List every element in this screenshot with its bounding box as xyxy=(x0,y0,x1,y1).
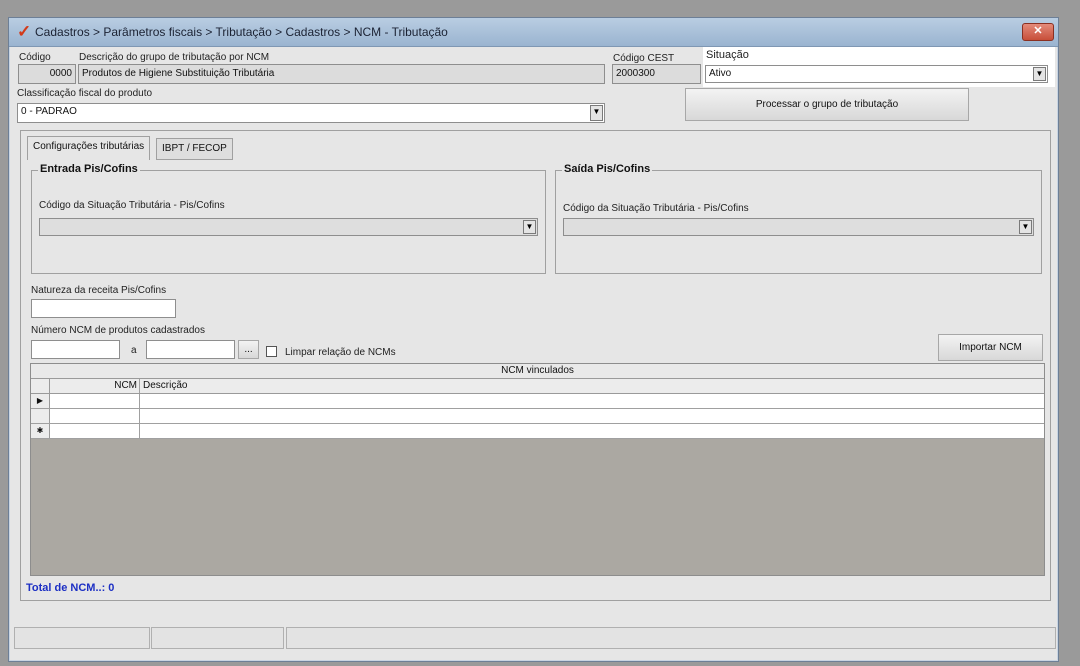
close-icon: ✕ xyxy=(1033,25,1043,37)
classificacao-label: Classificação fiscal do produto xyxy=(17,88,153,99)
tab-configuracoes-tributarias[interactable]: Configurações tributárias xyxy=(27,136,151,160)
table-cell-descricao[interactable] xyxy=(141,409,1044,423)
saida-cst-select[interactable]: ▼ xyxy=(563,218,1034,236)
status-panel xyxy=(14,627,150,649)
ncm-to-field[interactable] xyxy=(146,340,235,359)
chevron-down-icon[interactable]: ▼ xyxy=(1019,220,1032,234)
grid-column-ncm[interactable]: NCM xyxy=(50,379,140,393)
total-ncm-label: Total de NCM..: 0 xyxy=(26,582,115,594)
clear-ncm-checkbox[interactable] xyxy=(266,346,277,357)
cest-label: Código CEST xyxy=(613,53,675,64)
chevron-down-icon[interactable]: ▼ xyxy=(523,220,536,234)
row-indicator xyxy=(31,409,50,423)
table-cell-descricao[interactable] xyxy=(141,394,1044,408)
entrada-cst-select[interactable]: ▼ xyxy=(39,218,538,236)
cest-field[interactable]: 2000300 xyxy=(612,64,701,84)
ncm-grid[interactable]: NCM vinculados NCM Descrição ▶ ✱ xyxy=(30,363,1045,576)
table-row[interactable]: ▶ xyxy=(31,394,1044,409)
ncm-range-separator: a xyxy=(131,345,137,356)
natureza-label: Natureza da receita Pis/Cofins xyxy=(31,285,167,296)
grid-column-descricao[interactable]: Descrição xyxy=(141,379,1044,393)
status-bar xyxy=(11,627,1056,649)
title-bar: ✓ Cadastros > Parâmetros fiscais > Tribu… xyxy=(9,18,1058,47)
ncm-from-field[interactable] xyxy=(31,340,120,359)
situacao-value: Ativo xyxy=(709,68,732,79)
entrada-cst-label: Código da Situação Tributária - Pis/Cofi… xyxy=(39,200,225,211)
entrada-title: Entrada Pis/Cofins xyxy=(38,163,140,175)
chevron-down-icon[interactable]: ▼ xyxy=(590,105,603,121)
saida-groupbox: Saída Pis/Cofins Código da Situação Trib… xyxy=(555,163,1042,274)
classificacao-select[interactable]: 0 - PADRAO ▼ xyxy=(17,103,605,123)
new-row-asterisk-icon: ✱ xyxy=(31,424,50,438)
grid-caption: NCM vinculados xyxy=(31,364,1044,379)
chevron-down-icon[interactable]: ▼ xyxy=(1033,67,1046,81)
table-cell-descricao[interactable] xyxy=(141,424,1044,438)
grid-header: NCM Descrição xyxy=(31,379,1044,394)
table-row[interactable]: ✱ xyxy=(31,424,1044,439)
entrada-groupbox: Entrada Pis/Cofins Código da Situação Tr… xyxy=(31,163,546,274)
tab-ibpt-fecop[interactable]: IBPT / FECOP xyxy=(156,138,233,160)
natureza-field[interactable] xyxy=(31,299,176,318)
main-window: ✓ Cadastros > Parâmetros fiscais > Tribu… xyxy=(8,17,1059,662)
table-cell-ncm[interactable] xyxy=(50,409,140,423)
close-button[interactable]: ✕ xyxy=(1022,23,1054,41)
status-panel xyxy=(286,627,1056,649)
current-row-indicator-icon: ▶ xyxy=(31,394,50,408)
grid-header-indicator xyxy=(31,379,50,393)
saida-title: Saída Pis/Cofins xyxy=(562,163,653,175)
table-row[interactable] xyxy=(31,409,1044,424)
ncm-range-label: Número NCM de produtos cadastrados xyxy=(31,325,205,336)
codigo-label: Código xyxy=(19,52,51,63)
app-logo-icon: ✓ xyxy=(17,22,32,41)
codigo-field[interactable]: 0000 xyxy=(18,64,76,84)
situacao-select[interactable]: Ativo ▼ xyxy=(705,65,1048,83)
ncm-lookup-button[interactable]: ... xyxy=(238,340,259,359)
processar-button[interactable]: Processar o grupo de tributação xyxy=(685,88,969,121)
window-title: Cadastros > Parâmetros fiscais > Tributa… xyxy=(35,25,448,39)
import-ncm-button[interactable]: Importar NCM xyxy=(938,334,1043,361)
classificacao-value: 0 - PADRAO xyxy=(21,106,77,117)
table-cell-ncm[interactable] xyxy=(50,394,140,408)
saida-cst-label: Código da Situação Tributária - Pis/Cofi… xyxy=(563,203,749,214)
descricao-field[interactable]: Produtos de Higiene Substituição Tributá… xyxy=(78,64,605,84)
status-panel xyxy=(151,627,284,649)
descricao-label: Descrição do grupo de tributação por NCM xyxy=(79,52,270,63)
situacao-label: Situação xyxy=(706,49,749,61)
table-cell-ncm[interactable] xyxy=(50,424,140,438)
clear-ncm-label: Limpar relação de NCMs xyxy=(285,347,396,358)
